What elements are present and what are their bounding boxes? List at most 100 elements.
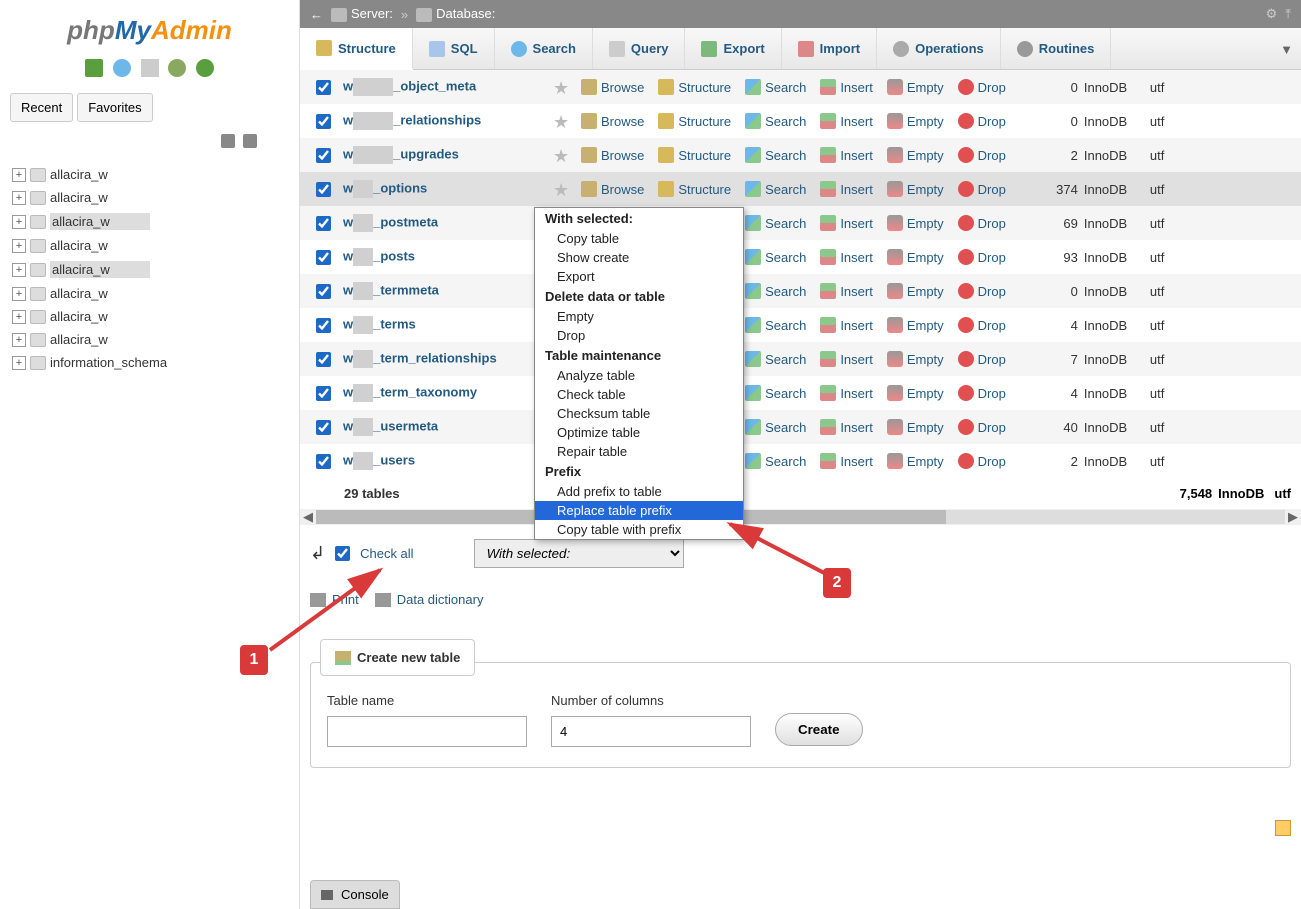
bookmark-icon[interactable]	[1275, 820, 1291, 836]
insert-link[interactable]: Insert	[820, 351, 873, 367]
insert-link[interactable]: Insert	[820, 113, 873, 129]
db-tree-item[interactable]: + allacira_w	[10, 328, 289, 351]
table-name[interactable]: w_users	[343, 452, 553, 470]
context-menu-item[interactable]: Optimize table	[535, 423, 743, 442]
row-checkbox[interactable]	[316, 114, 331, 129]
row-checkbox[interactable]	[316, 284, 331, 299]
context-menu-item[interactable]: Analyze table	[535, 366, 743, 385]
db-tree-item[interactable]: + information_schema	[10, 351, 289, 374]
expand-icon[interactable]: +	[12, 239, 26, 253]
favorite-icon[interactable]: ★	[553, 78, 571, 96]
row-checkbox[interactable]	[316, 420, 331, 435]
empty-link[interactable]: Empty	[887, 385, 944, 401]
browse-link[interactable]: Browse	[581, 113, 644, 129]
structure-link[interactable]: Structure	[658, 113, 731, 129]
refresh-icon[interactable]	[196, 59, 214, 77]
recent-button[interactable]: Recent	[10, 93, 73, 122]
back-icon[interactable]: ←	[310, 7, 323, 22]
insert-link[interactable]: Insert	[820, 385, 873, 401]
expand-icon[interactable]: +	[12, 310, 26, 324]
insert-link[interactable]: Insert	[820, 317, 873, 333]
search-link[interactable]: Search	[745, 453, 806, 469]
empty-link[interactable]: Empty	[887, 79, 944, 95]
row-checkbox[interactable]	[316, 148, 331, 163]
table-name[interactable]: w_upgrades	[343, 146, 553, 164]
tab-export[interactable]: Export	[685, 28, 781, 69]
expand-icon[interactable]: +	[12, 263, 26, 277]
search-link[interactable]: Search	[745, 385, 806, 401]
favorites-button[interactable]: Favorites	[77, 93, 152, 122]
link-icon[interactable]	[243, 134, 257, 148]
expand-icon[interactable]: +	[12, 287, 26, 301]
table-name[interactable]: w_object_meta	[343, 78, 553, 96]
horizontal-scrollbar[interactable]: ◀ ▶	[300, 509, 1301, 525]
expand-icon[interactable]: +	[12, 356, 26, 370]
empty-link[interactable]: Empty	[887, 181, 944, 197]
settings-icon[interactable]	[168, 59, 186, 77]
empty-link[interactable]: Empty	[887, 215, 944, 231]
structure-link[interactable]: Structure	[658, 79, 731, 95]
with-selected-dropdown[interactable]: With selected:	[474, 539, 684, 568]
drop-link[interactable]: Drop	[958, 215, 1006, 231]
db-tree-item[interactable]: + allacira_w	[10, 209, 289, 234]
context-menu-item[interactable]: Export	[535, 267, 743, 286]
more-tabs-icon[interactable]: ▼	[1280, 42, 1293, 57]
context-menu-item[interactable]: Empty	[535, 307, 743, 326]
collapse-icon[interactable]	[221, 134, 235, 148]
search-link[interactable]: Search	[745, 147, 806, 163]
table-name-input[interactable]	[327, 716, 527, 747]
search-link[interactable]: Search	[745, 249, 806, 265]
drop-link[interactable]: Drop	[958, 79, 1006, 95]
empty-link[interactable]: Empty	[887, 351, 944, 367]
table-name[interactable]: w_termmeta	[343, 282, 553, 300]
collapse-nav-icon[interactable]: ⤒	[1285, 6, 1291, 22]
row-checkbox[interactable]	[316, 216, 331, 231]
db-name[interactable]: allacira_w	[50, 213, 150, 230]
table-name[interactable]: w_term_taxonomy	[343, 384, 553, 402]
drop-link[interactable]: Drop	[958, 385, 1006, 401]
row-checkbox[interactable]	[316, 454, 331, 469]
search-link[interactable]: Search	[745, 351, 806, 367]
context-menu-item[interactable]: Checksum table	[535, 404, 743, 423]
search-link[interactable]: Search	[745, 215, 806, 231]
check-all-checkbox[interactable]	[335, 546, 350, 561]
page-settings-icon[interactable]: ⚙	[1266, 6, 1278, 22]
search-link[interactable]: Search	[745, 419, 806, 435]
favorite-icon[interactable]: ★	[553, 112, 571, 130]
drop-link[interactable]: Drop	[958, 351, 1006, 367]
row-checkbox[interactable]	[316, 386, 331, 401]
drop-link[interactable]: Drop	[958, 113, 1006, 129]
insert-link[interactable]: Insert	[820, 79, 873, 95]
db-tree-item[interactable]: + allacira_w	[10, 163, 289, 186]
drop-link[interactable]: Drop	[958, 317, 1006, 333]
docs-icon[interactable]	[141, 59, 159, 77]
db-tree-item[interactable]: + allacira_w	[10, 282, 289, 305]
expand-icon[interactable]: +	[12, 191, 26, 205]
search-link[interactable]: Search	[745, 317, 806, 333]
data-dictionary-link[interactable]: Data dictionary	[375, 592, 484, 607]
tab-search[interactable]: Search	[495, 28, 593, 69]
table-name[interactable]: w_relationships	[343, 112, 553, 130]
db-name[interactable]: allacira_w	[50, 261, 150, 278]
expand-icon[interactable]: +	[12, 333, 26, 347]
table-name[interactable]: w_options	[343, 180, 553, 198]
drop-link[interactable]: Drop	[958, 181, 1006, 197]
num-columns-input[interactable]	[551, 716, 751, 747]
context-menu-item[interactable]: Check table	[535, 385, 743, 404]
context-menu-item[interactable]: Show create	[535, 248, 743, 267]
browse-link[interactable]: Browse	[581, 181, 644, 197]
insert-link[interactable]: Insert	[820, 419, 873, 435]
empty-link[interactable]: Empty	[887, 453, 944, 469]
insert-link[interactable]: Insert	[820, 453, 873, 469]
search-link[interactable]: Search	[745, 113, 806, 129]
favorite-icon[interactable]: ★	[553, 146, 571, 164]
db-tree-item[interactable]: + allacira_w	[10, 186, 289, 209]
table-name[interactable]: w_term_relationships	[343, 350, 553, 368]
empty-link[interactable]: Empty	[887, 419, 944, 435]
db-name[interactable]: information_schema	[50, 355, 167, 370]
db-name[interactable]: allacira_w	[50, 286, 108, 301]
empty-link[interactable]: Empty	[887, 249, 944, 265]
db-name[interactable]: allacira_w	[50, 332, 108, 347]
context-menu-item[interactable]: Replace table prefix	[535, 501, 743, 520]
drop-link[interactable]: Drop	[958, 147, 1006, 163]
